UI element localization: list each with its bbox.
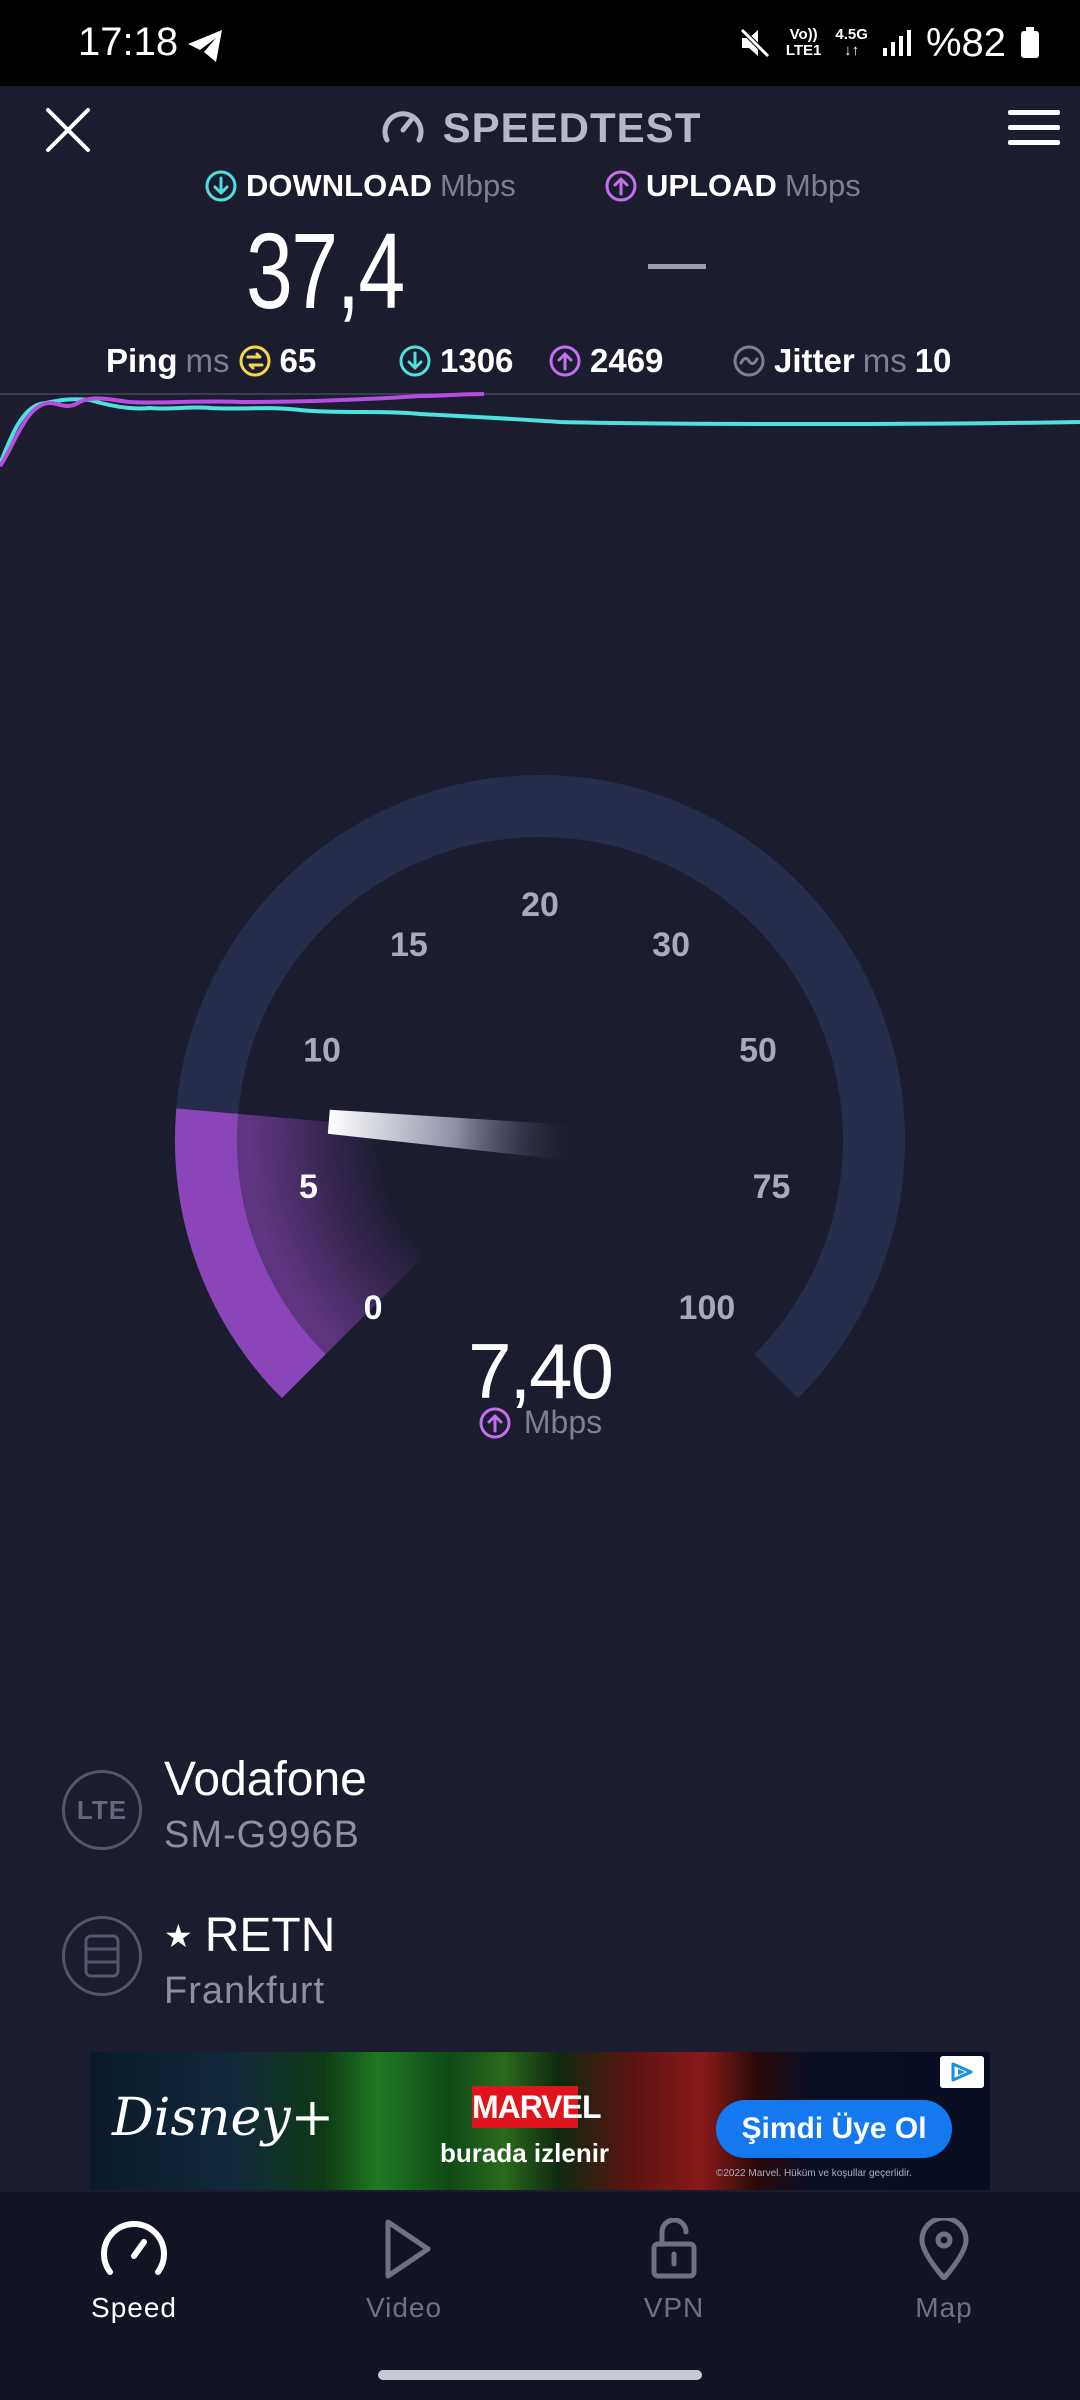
ping-value: 65: [279, 342, 317, 379]
lte-badge-text: LTE: [76, 1794, 128, 1825]
server-location: Frankfurt: [164, 1970, 326, 2012]
favorite-star-icon: ★: [164, 1917, 193, 1954]
ad-marvel-logo: MARVEL: [472, 2086, 602, 2128]
gauge-tick-5: 5: [299, 1168, 318, 1206]
upload-series-line: [0, 392, 485, 468]
speed-icon: [101, 2221, 167, 2275]
download-latency-value: 1306: [440, 342, 514, 379]
nav-video[interactable]: Video: [304, 2218, 504, 2324]
gauge-tick-50: 50: [739, 1032, 777, 1070]
app-header: SPEEDTEST: [0, 98, 1080, 158]
play-icon: [385, 2219, 431, 2279]
upload-label: UPLOAD: [646, 168, 777, 203]
jitter-label: Jitter: [774, 342, 855, 379]
battery-percent: %82: [925, 20, 1006, 65]
speedometer-icon: [382, 111, 424, 143]
lock-icon: [651, 2218, 697, 2279]
jitter-icon: [733, 345, 765, 377]
ping-icon: [239, 345, 270, 377]
upload-arrow-icon: [605, 170, 637, 202]
battery-icon: [1021, 27, 1039, 58]
status-time: 17:18: [78, 20, 179, 64]
download-header: DOWNLOAD Mbps: [204, 168, 516, 204]
upload-unit: Mbps: [784, 168, 861, 203]
download-value: 37,4: [246, 210, 405, 331]
volte-indicator: Vo)) LTE1: [785, 26, 822, 59]
upload-header: UPLOAD Mbps: [604, 168, 861, 204]
download-label: DOWNLOAD: [246, 168, 432, 203]
app-title: SPEEDTEST: [442, 104, 702, 151]
ad-tagline: burada izlenir: [440, 2138, 610, 2168]
upload-latency-value: 2469: [590, 342, 664, 379]
gauge-tick-15: 15: [390, 926, 428, 964]
ad-fineprint: ©2022 Marvel. Hüküm ve koşullar geçerlid…: [716, 2168, 912, 2179]
nav-vpn-label: VPN: [643, 2292, 705, 2323]
lte-badge[interactable]: LTE: [62, 1770, 142, 1850]
mute-icon: [740, 28, 770, 58]
jitter-value: 10: [914, 342, 952, 379]
ad-brand-logo: Disney+: [112, 2088, 335, 2148]
gauge-unit-row: Mbps: [0, 1404, 1080, 1441]
download-latency-icon: [399, 345, 431, 377]
gauge-tick-30: 30: [652, 926, 690, 964]
download-latency-stat: 1306: [398, 342, 513, 380]
nav-speed[interactable]: Speed: [34, 2218, 234, 2324]
home-indicator[interactable]: [378, 2370, 702, 2380]
nav-map-label: Map: [915, 2292, 973, 2323]
telegram-icon: [188, 30, 222, 62]
ping-stat: Ping ms 65: [106, 342, 316, 380]
server-name: RETN: [204, 1909, 336, 1962]
server-selector[interactable]: ★ RETN: [164, 1908, 335, 1963]
bottom-navigation: Speed Video VPN Map: [0, 2192, 1080, 2400]
signal-icon: [882, 30, 911, 56]
server-icon: [84, 1934, 120, 1978]
gauge-unit: Mbps: [523, 1404, 603, 1440]
ad-choices-triangle-icon: [951, 2062, 973, 2082]
server-badge[interactable]: [62, 1916, 142, 1996]
live-speed-graph: [0, 392, 1080, 468]
ad-choices-icon[interactable]: [940, 2056, 984, 2088]
status-icons: Vo)) LTE1 4.5G ↓↑ %82: [738, 18, 1040, 68]
upload-latency-stat: 2469: [548, 342, 663, 380]
gauge-tick-20: 20: [521, 886, 559, 924]
jitter-unit: ms: [862, 342, 907, 379]
device-model: SM-G996B: [164, 1814, 360, 1856]
gauge-tick-10: 10: [303, 1032, 341, 1070]
download-arrow-icon: [205, 170, 237, 202]
gauge-tick-75: 75: [753, 1168, 791, 1206]
ad-banner[interactable]: Disney+ MARVEL burada izlenir Şimdi Üye …: [90, 2052, 990, 2190]
nav-map[interactable]: Map: [844, 2218, 1044, 2324]
nav-speed-label: Speed: [91, 2292, 177, 2323]
gauge-tick-100: 100: [679, 1289, 736, 1327]
ping-unit: ms: [185, 342, 230, 379]
jitter-stat: Jitter ms 10: [732, 342, 951, 380]
nav-video-label: Video: [365, 2292, 443, 2323]
nav-vpn[interactable]: VPN: [574, 2218, 774, 2324]
ping-label: Ping: [106, 342, 178, 379]
gauge-tick-0: 0: [364, 1289, 383, 1327]
network-type-indicator: 4.5G ↓↑: [835, 26, 868, 59]
download-unit: Mbps: [439, 168, 516, 203]
map-pin-icon: [919, 2218, 969, 2280]
upload-value-placeholder: [648, 264, 706, 269]
menu-button[interactable]: [1008, 106, 1060, 150]
isp-name[interactable]: Vodafone: [164, 1752, 367, 1807]
download-series-line: [0, 397, 1080, 465]
upload-phase-icon: [479, 1407, 511, 1438]
ad-cta-button[interactable]: Şimdi Üye Ol: [716, 2100, 952, 2158]
upload-latency-icon: [549, 345, 581, 377]
